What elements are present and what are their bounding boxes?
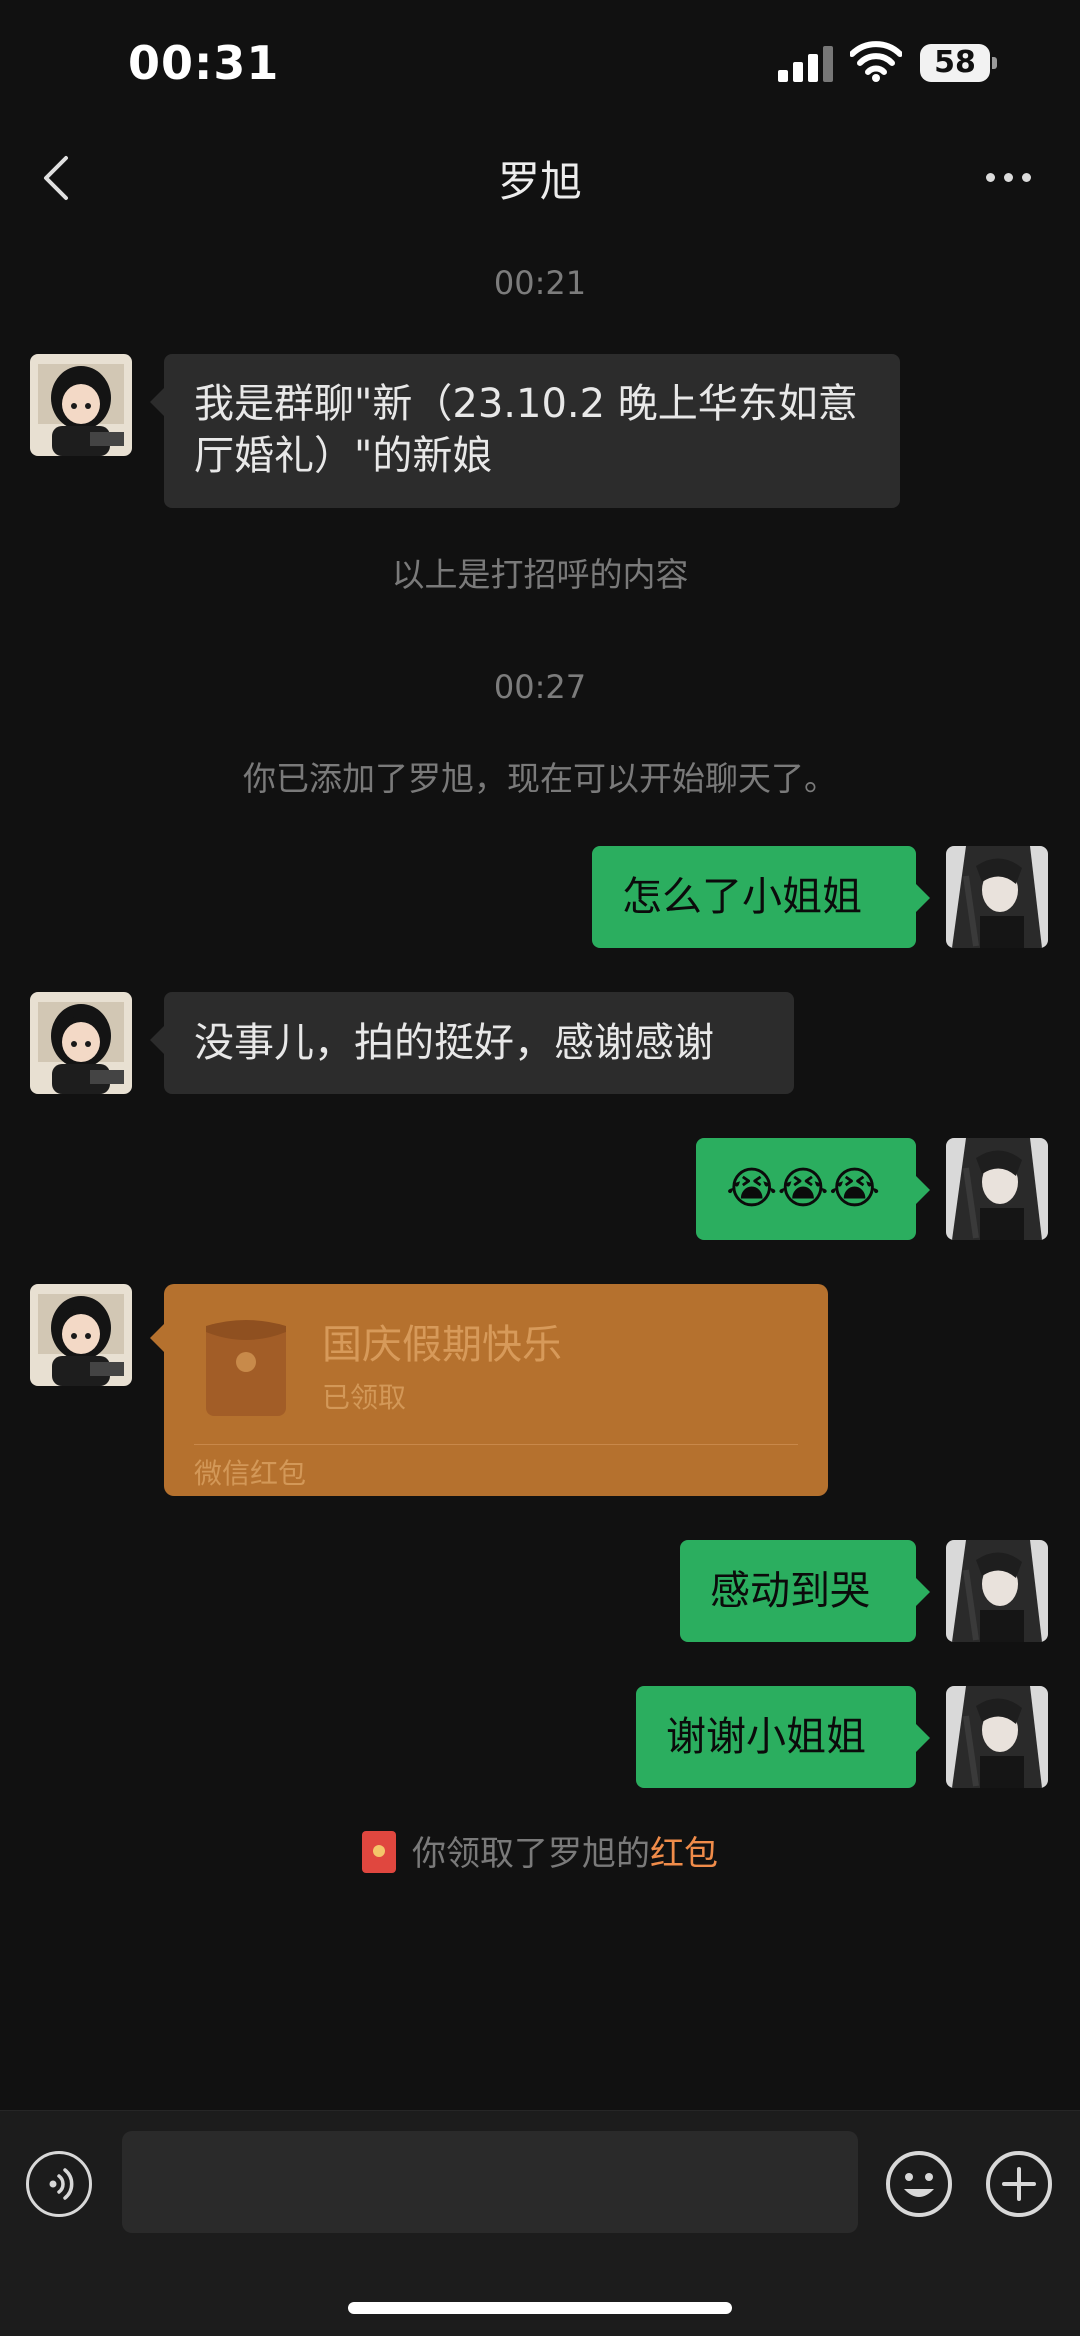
signal-icon — [778, 46, 834, 82]
outgoing-message[interactable]: 感动到哭 — [680, 1540, 930, 1642]
battery-icon: 58 — [920, 44, 998, 82]
more-options-icon[interactable] — [984, 164, 1034, 190]
battery-level: 58 — [920, 44, 990, 82]
status-time: 00:31 — [128, 36, 280, 90]
voice-input-button[interactable] — [26, 2151, 92, 2217]
incoming-message[interactable]: 没事儿，拍的挺好，感谢感谢 — [150, 992, 794, 1094]
my-avatar[interactable] — [946, 846, 1048, 948]
timestamp: 00:21 — [493, 264, 587, 302]
contact-added-note: 你已添加了罗旭，现在可以开始聊天了。 — [243, 759, 837, 798]
home-indicator — [348, 2302, 732, 2314]
message-input[interactable] — [122, 2131, 858, 2233]
red-packet-opened-icon — [206, 1320, 286, 1416]
outgoing-message[interactable]: 怎么了小姐姐 — [592, 846, 930, 948]
timestamp: 00:27 — [493, 668, 587, 706]
message-text: 感动到哭 — [710, 1568, 870, 1614]
loudly-crying-emoji: 😭😭😭 — [726, 1163, 881, 1214]
message-text: 怎么了小姐姐 — [622, 874, 862, 920]
chat-title: 罗旭 — [497, 157, 582, 206]
red-packet-claimed-note: 你领取了罗旭的红包 — [0, 1826, 1080, 1875]
voice-icon — [49, 2168, 74, 2200]
emoji-icon[interactable] — [884, 2149, 954, 2219]
red-packet-label: 微信红包 — [194, 1457, 307, 1490]
divider — [194, 1444, 798, 1445]
wifi-icon — [850, 41, 902, 82]
contact-avatar[interactable] — [30, 992, 132, 1094]
contact-avatar[interactable] — [30, 1284, 132, 1386]
greeting-note: 以上是打招呼的内容 — [391, 555, 689, 594]
incoming-message[interactable]: 我是群聊"新（23.10.2 晚上华东如意厅婚礼）"的新娘 — [150, 354, 900, 508]
outgoing-message[interactable]: 谢谢小姐姐 — [636, 1686, 930, 1788]
nav-bar: 罗旭 — [0, 130, 1080, 226]
my-avatar[interactable] — [946, 1138, 1048, 1240]
contact-avatar[interactable] — [30, 354, 132, 456]
status-bar: 00:31 58 — [0, 0, 1080, 130]
my-avatar[interactable] — [946, 1540, 1048, 1642]
message-text: 谢谢小姐姐 — [666, 1714, 866, 1760]
red-packet-status: 已领取 — [322, 1381, 407, 1414]
outgoing-message[interactable]: 😭😭😭 — [696, 1138, 930, 1240]
message-text: 我是群聊"新（23.10.2 晚上华东如意厅婚礼）"的新娘 — [194, 381, 858, 479]
red-packet-title: 国庆假期快乐 — [322, 1322, 562, 1368]
message-text: 没事儿，拍的挺好，感谢感谢 — [194, 1020, 714, 1066]
claim-note-text: 你领取了罗旭的 — [412, 1834, 650, 1874]
plus-icon[interactable] — [984, 2149, 1054, 2219]
my-avatar[interactable] — [946, 1686, 1048, 1788]
red-packet-icon — [362, 1831, 396, 1873]
red-packet-card[interactable]: 国庆假期快乐 已领取 微信红包 — [150, 1284, 828, 1496]
red-packet-link[interactable]: 红包 — [650, 1834, 718, 1874]
